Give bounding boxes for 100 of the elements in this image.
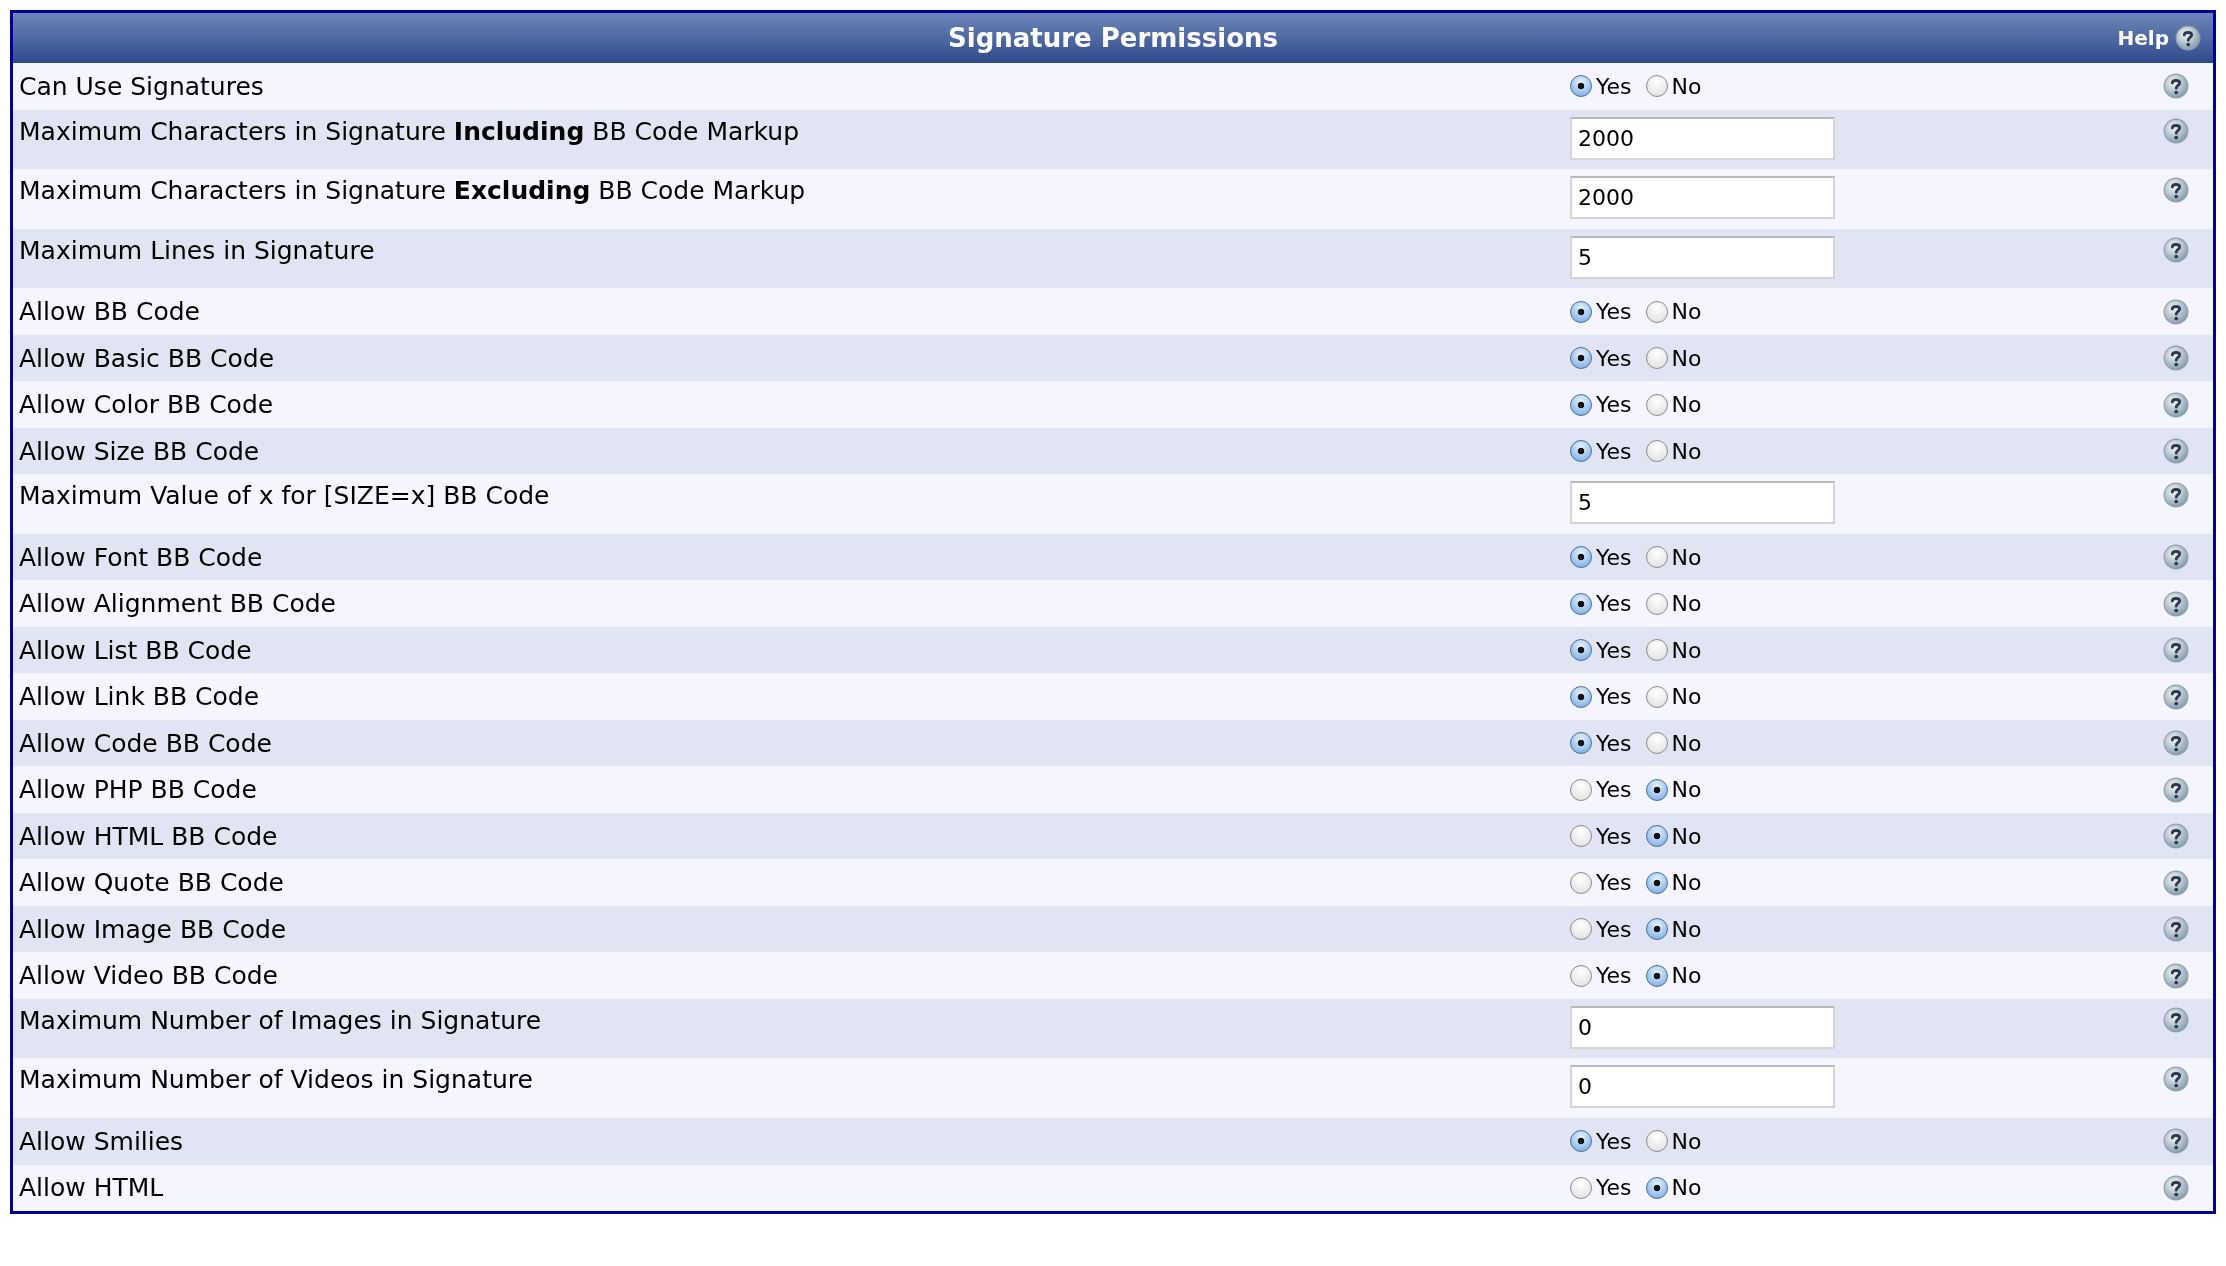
input-field[interactable]: 0: [1570, 1065, 1835, 1109]
radio-button[interactable]: [1570, 393, 1592, 416]
option-label[interactable]: Yes: [1596, 637, 1632, 663]
radio-button[interactable]: [1645, 393, 1668, 416]
option-label[interactable]: No: [1671, 345, 1702, 371]
help-icon[interactable]: [2163, 869, 2189, 896]
radio-button[interactable]: [1645, 871, 1668, 894]
help-icon[interactable]: [2163, 482, 2189, 509]
option-label[interactable]: No: [1671, 1175, 1702, 1201]
help-icon[interactable]: [2163, 823, 2189, 850]
option-label[interactable]: No: [1671, 916, 1702, 942]
help-icon[interactable]: [2163, 391, 2189, 418]
option-label[interactable]: No: [1671, 73, 1702, 99]
radio-button[interactable]: [1645, 592, 1668, 615]
radio-button[interactable]: [1570, 1176, 1592, 1199]
help-icon[interactable]: [2163, 776, 2189, 803]
radio-button[interactable]: [1570, 347, 1592, 370]
radio-button[interactable]: [1645, 1130, 1668, 1153]
option-label[interactable]: Yes: [1596, 544, 1632, 570]
help-icon[interactable]: [2163, 1174, 2189, 1201]
help-icon[interactable]: [2163, 1066, 2189, 1093]
option-label[interactable]: No: [1671, 544, 1702, 570]
radio-button[interactable]: [1645, 778, 1668, 801]
help-icon[interactable]: [2163, 1006, 2189, 1033]
option-label[interactable]: Yes: [1596, 299, 1632, 325]
option-label[interactable]: Yes: [1596, 438, 1632, 464]
option-label[interactable]: Yes: [1596, 963, 1632, 989]
option-label[interactable]: Yes: [1596, 730, 1632, 756]
option-label[interactable]: No: [1671, 591, 1702, 617]
radio-button[interactable]: [1570, 546, 1592, 569]
input-field[interactable]: 5: [1570, 235, 1835, 279]
radio-button[interactable]: [1645, 825, 1668, 848]
option-label[interactable]: Yes: [1596, 777, 1632, 803]
setting-label: Maximum Characters in Signature Excluding BB Code Markup: [18, 175, 807, 206]
option-label[interactable]: No: [1671, 777, 1702, 803]
option-label[interactable]: Yes: [1596, 1175, 1632, 1201]
option-label[interactable]: No: [1671, 823, 1702, 849]
radio-button[interactable]: [1570, 964, 1592, 987]
help-icon[interactable]: [2163, 683, 2189, 710]
radio-button[interactable]: [1570, 918, 1592, 941]
radio-button[interactable]: [1645, 732, 1668, 755]
radio-button[interactable]: [1645, 685, 1668, 708]
radio-button[interactable]: [1645, 75, 1668, 98]
option-label[interactable]: Yes: [1596, 1128, 1632, 1154]
help-icon[interactable]: [2163, 1128, 2189, 1155]
help-icon[interactable]: [2163, 298, 2189, 325]
radio-button[interactable]: [1645, 1176, 1668, 1199]
option-label[interactable]: Yes: [1596, 392, 1632, 418]
radio-button[interactable]: [1645, 440, 1668, 463]
radio-button[interactable]: [1570, 685, 1592, 708]
option-label[interactable]: No: [1671, 438, 1702, 464]
option-label[interactable]: Yes: [1596, 73, 1632, 99]
option-label[interactable]: No: [1671, 963, 1702, 989]
option-label[interactable]: Yes: [1596, 591, 1632, 617]
input-field[interactable]: 2000: [1570, 176, 1835, 220]
radio-button[interactable]: [1570, 592, 1592, 615]
option-label[interactable]: Yes: [1596, 870, 1632, 896]
help-icon[interactable]: [2163, 438, 2189, 465]
option-label[interactable]: No: [1671, 870, 1702, 896]
help-icon[interactable]: [2163, 117, 2189, 144]
radio-button[interactable]: [1570, 871, 1592, 894]
help-icon[interactable]: [2163, 236, 2189, 263]
radio-button[interactable]: [1645, 300, 1668, 323]
option-label[interactable]: No: [1671, 637, 1702, 663]
help-icon[interactable]: [2163, 177, 2189, 204]
option-label[interactable]: No: [1671, 730, 1702, 756]
radio-button[interactable]: [1570, 825, 1592, 848]
help-icon[interactable]: [2163, 590, 2189, 617]
help-link[interactable]: Help: [2117, 26, 2169, 50]
radio-button[interactable]: [1570, 639, 1592, 662]
help-icon[interactable]: [2163, 73, 2189, 100]
radio-button[interactable]: [1645, 964, 1668, 987]
radio-button[interactable]: [1570, 300, 1592, 323]
option-label[interactable]: Yes: [1596, 916, 1632, 942]
input-field[interactable]: 5: [1570, 481, 1835, 525]
radio-button[interactable]: [1570, 440, 1592, 463]
help-icon[interactable]: [2163, 962, 2189, 989]
radio-button[interactable]: [1645, 347, 1668, 370]
option-label[interactable]: Yes: [1596, 684, 1632, 710]
input-field[interactable]: 0: [1570, 1005, 1835, 1049]
help-icon[interactable]: [2163, 637, 2189, 664]
help-icon[interactable]: [2163, 916, 2189, 943]
input-field[interactable]: 2000: [1570, 116, 1835, 160]
help-icon[interactable]: [2163, 544, 2189, 571]
help-icon[interactable]: [2163, 345, 2189, 372]
option-label[interactable]: Yes: [1596, 823, 1632, 849]
option-label[interactable]: No: [1671, 392, 1702, 418]
radio-button[interactable]: [1645, 546, 1668, 569]
help-icon[interactable]: [2163, 730, 2189, 757]
option-label[interactable]: No: [1671, 684, 1702, 710]
option-label[interactable]: No: [1671, 299, 1702, 325]
radio-button[interactable]: [1645, 639, 1668, 662]
radio-button[interactable]: [1570, 1130, 1592, 1153]
option-label[interactable]: Yes: [1596, 345, 1632, 371]
option-label[interactable]: No: [1671, 1128, 1702, 1154]
radio-button[interactable]: [1570, 75, 1592, 98]
radio-button[interactable]: [1645, 918, 1668, 941]
radio-button[interactable]: [1570, 778, 1592, 801]
help-icon[interactable]: [2175, 25, 2201, 51]
radio-button[interactable]: [1570, 732, 1592, 755]
